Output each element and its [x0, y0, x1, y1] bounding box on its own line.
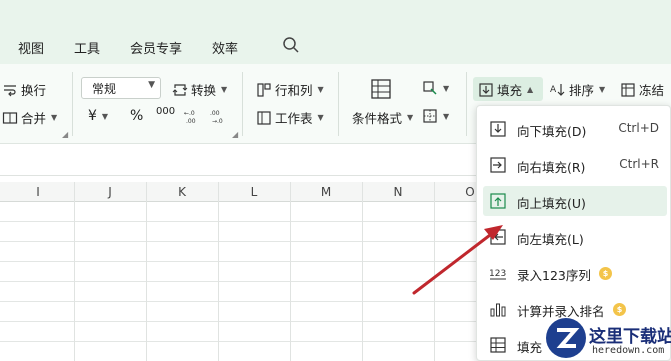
watermark-url: heredown.com [592, 345, 665, 356]
watermark-title: 这里下载站 [589, 327, 671, 347]
watermark-badge-icon [546, 318, 586, 358]
watermark-logo: 这里下载站 heredown.com [546, 318, 671, 361]
annotation-arrow-icon [412, 225, 503, 295]
